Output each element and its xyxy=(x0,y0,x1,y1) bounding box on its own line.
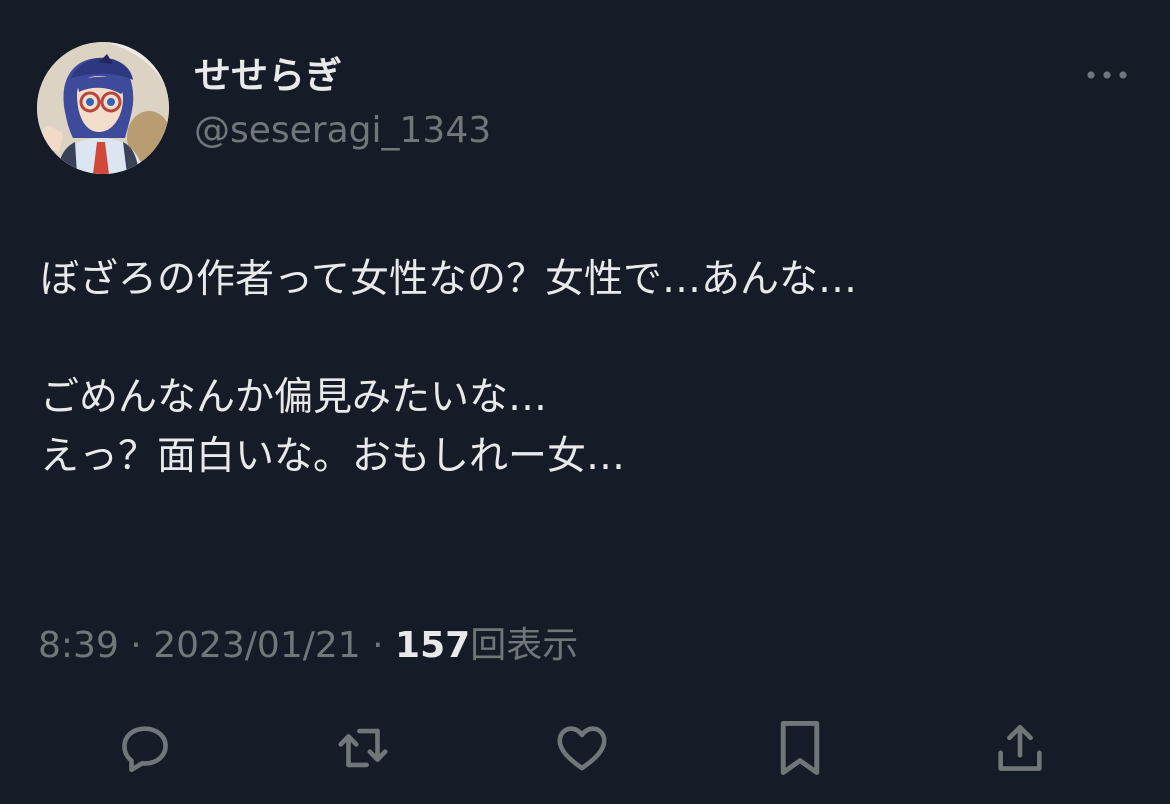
meta-separator: · xyxy=(360,625,396,666)
tweet-line: えっ？面白いな。おもしれー女… xyxy=(40,434,626,479)
share-icon xyxy=(998,724,1042,771)
reply-button[interactable] xyxy=(113,716,177,780)
meta-separator: · xyxy=(118,625,154,666)
more-horizontal-icon xyxy=(1087,71,1127,79)
reply-icon xyxy=(122,726,168,773)
tweet-date[interactable]: 2023/01/21 xyxy=(153,625,361,666)
tweet-time[interactable]: 8:39 xyxy=(38,625,119,666)
views-label: 回表示 xyxy=(470,625,579,666)
user-handle[interactable]: @seseragi_1343 xyxy=(194,108,491,154)
avatar[interactable] xyxy=(37,42,169,174)
bookmark-button[interactable] xyxy=(768,716,832,780)
tweet-line: ごめんなんか偏見みたいな… xyxy=(40,375,548,420)
bookmark-icon xyxy=(780,721,820,775)
views-count: 157 xyxy=(395,625,471,666)
action-bar xyxy=(0,714,1170,784)
avatar-image xyxy=(37,42,169,174)
tweet-text: ぼざろの作者って女性なの？女性で…あんな… ごめんなんか偏見みたいな… えっ？面… xyxy=(40,250,1140,486)
heart-icon xyxy=(557,726,607,771)
more-options-button[interactable] xyxy=(1084,58,1130,92)
retweet-icon xyxy=(338,728,388,768)
tweet-line: ぼざろの作者って女性なの？女性で…あんな… xyxy=(40,257,858,302)
retweet-button[interactable] xyxy=(331,716,395,780)
display-name[interactable]: せせらぎ xyxy=(194,52,342,100)
share-button[interactable] xyxy=(988,716,1052,780)
tweet-meta: 8:39 · 2023/01/21 · 157回表示 xyxy=(38,622,578,670)
like-button[interactable] xyxy=(550,716,614,780)
